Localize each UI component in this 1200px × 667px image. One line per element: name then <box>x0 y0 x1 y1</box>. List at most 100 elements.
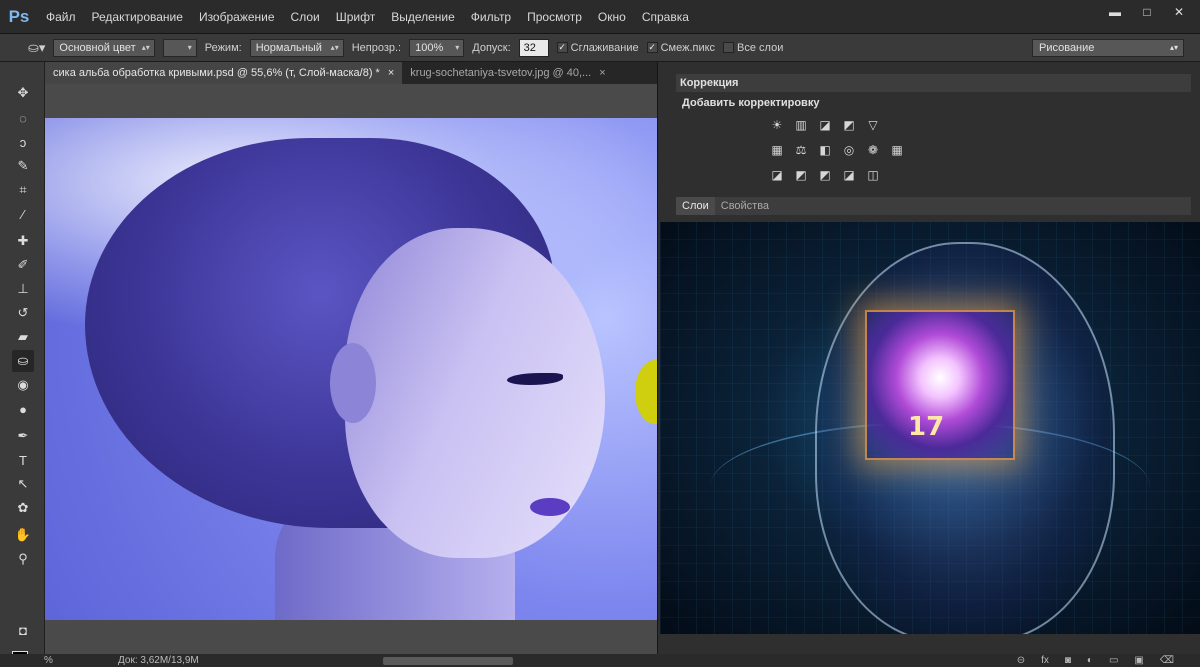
hue-saturation-icon[interactable]: ▦ <box>768 142 786 158</box>
opacity-field[interactable]: 100% ▾ <box>409 38 465 57</box>
paint-bucket-tool-icon[interactable]: ⛀ <box>12 350 34 372</box>
blend-mode-select[interactable]: Нормальный ▴▾ <box>249 38 344 57</box>
close-icon[interactable]: × <box>599 62 605 84</box>
tab-layers[interactable]: Слои <box>676 197 715 215</box>
quick-mask-icon[interactable]: ◘ <box>12 619 34 641</box>
chevron-down-icon: ▴▾ <box>1169 43 1178 52</box>
link-icon[interactable]: ⊝ <box>1017 654 1025 667</box>
history-brush-tool-icon[interactable]: ↺ <box>12 302 34 324</box>
eyedropper-tool-icon[interactable]: ⁄ <box>12 203 34 225</box>
photoshop-logo: Ps <box>8 6 30 26</box>
hand-tool-icon[interactable]: ✋ <box>12 524 34 546</box>
maximize-button[interactable]: □ <box>1134 3 1160 21</box>
new-layer-icon[interactable]: ▣ <box>1134 654 1143 667</box>
menu-view[interactable]: Просмотр <box>519 0 590 34</box>
adjustment-layer-icon[interactable]: ◐ <box>1087 654 1093 667</box>
menu-help[interactable]: Справка <box>634 0 697 34</box>
shape-tool-icon[interactable]: ✿ <box>12 497 34 519</box>
close-button[interactable]: ✕ <box>1166 3 1192 21</box>
fill-source-select[interactable]: Основной цвет ▴▾ <box>53 38 155 57</box>
gradient-map-icon[interactable]: ◪ <box>840 167 858 183</box>
checkbox-box <box>723 42 735 53</box>
yellow-shape <box>635 360 657 424</box>
zoom-tool-icon[interactable]: ⚲ <box>12 548 34 570</box>
channel-mixer-icon[interactable]: ❁ <box>864 142 882 158</box>
selective-color-icon[interactable]: ◫ <box>864 167 882 183</box>
all-layers-checkbox[interactable]: Все слои <box>723 42 783 54</box>
menu-filter[interactable]: Фильтр <box>463 0 519 34</box>
type-tool-icon[interactable]: T <box>12 449 34 471</box>
eraser-tool-icon[interactable]: ▰ <box>12 326 34 348</box>
levels-icon[interactable]: ▥ <box>792 117 810 133</box>
overlay-image-digital-head: 17 <box>660 222 1200 634</box>
chevron-down-icon: ▴▾ <box>141 42 150 52</box>
correction-panel-title: Коррекция <box>680 77 739 89</box>
threshold-icon[interactable]: ◩ <box>816 167 834 183</box>
core-digits: 17 <box>908 412 945 442</box>
ear <box>330 343 376 423</box>
antialias-checkbox[interactable]: ✓ Сглаживание <box>556 42 639 54</box>
brush-tool-icon[interactable]: ✐ <box>12 254 34 276</box>
posterize-icon[interactable]: ◩ <box>792 167 810 183</box>
healing-tool-icon[interactable]: ✚ <box>12 230 34 252</box>
color-lookup-icon[interactable]: ▦ <box>888 142 906 158</box>
path-selection-tool-icon[interactable]: ↖ <box>12 473 34 495</box>
black-white-icon[interactable]: ◧ <box>816 142 834 158</box>
vibrance-icon[interactable]: ▽ <box>864 117 882 133</box>
move-tool-icon[interactable]: ✥ <box>12 82 34 104</box>
tab-document-2[interactable]: krug-sochetaniya-tsvetov.jpg @ 40,... × <box>402 62 613 84</box>
mask-icon[interactable]: ◙ <box>1065 654 1071 667</box>
lasso-tool-icon[interactable]: ↄ <box>12 131 34 153</box>
quick-selection-tool-icon[interactable]: ✎ <box>12 155 34 177</box>
document-size-readout[interactable]: Док: 3,62М/13,9М <box>118 654 199 667</box>
menu-layers[interactable]: Слои <box>283 0 328 34</box>
mode-label: Режим: <box>204 41 242 54</box>
add-adjustment-title: Добавить корректировку <box>682 97 820 109</box>
close-icon[interactable]: × <box>388 62 394 84</box>
menu-bar: Ps Файл Редактирование Изображение Слои … <box>0 0 1200 34</box>
minimize-button[interactable]: ▬ <box>1102 3 1128 21</box>
dodge-tool-icon[interactable]: ● <box>12 398 34 420</box>
tab-document-1-label: сика альба обработка кривыми.psd @ 55,6%… <box>53 67 380 79</box>
menu-image[interactable]: Изображение <box>191 0 283 34</box>
menu-window[interactable]: Окно <box>590 0 634 34</box>
zoom-readout[interactable]: % <box>44 654 53 667</box>
menu-select[interactable]: Выделение <box>383 0 463 34</box>
color-balance-icon[interactable]: ⚖ <box>792 142 810 158</box>
menu-edit[interactable]: Редактирование <box>84 0 191 34</box>
blur-tool-icon[interactable]: ◉ <box>12 374 34 396</box>
layers-bottom-icons: ⊝ fx ◙ ◐ ▭ ▣ ⌫ <box>1017 654 1174 667</box>
menu-file[interactable]: Файл <box>38 0 84 34</box>
tab-document-1[interactable]: сика альба обработка кривыми.psd @ 55,6%… <box>45 62 403 84</box>
invert-icon[interactable]: ◪ <box>768 167 786 183</box>
exposure-icon[interactable]: ◩ <box>840 117 858 133</box>
opacity-label: Непрозр.: <box>351 41 402 54</box>
photo-filter-icon[interactable]: ◎ <box>840 142 858 158</box>
crop-tool-icon[interactable]: ⌗ <box>12 179 34 201</box>
tab-properties[interactable]: Свойства <box>715 197 775 215</box>
paint-bucket-icon[interactable]: ⛀▾ <box>28 40 45 56</box>
pen-tool-icon[interactable]: ✒ <box>12 425 34 447</box>
horizontal-scrollbar[interactable] <box>383 657 513 665</box>
brightness-icon[interactable]: ☀ <box>768 117 786 133</box>
fx-icon[interactable]: fx <box>1041 654 1049 667</box>
folder-icon[interactable]: ▭ <box>1109 654 1118 667</box>
workspace-select[interactable]: Рисование ▴▾ <box>1032 39 1184 57</box>
tolerance-input[interactable]: 32 <box>518 38 549 57</box>
check-icon: ✓ <box>556 42 568 53</box>
stamp-tool-icon[interactable]: ⊥ <box>12 278 34 300</box>
correction-panel-header[interactable]: Коррекция <box>676 74 1191 92</box>
marquee-tool-icon[interactable]: ◌ <box>12 107 34 129</box>
menu-type[interactable]: Шрифт <box>328 0 383 34</box>
pattern-select[interactable]: ▾ <box>162 38 197 57</box>
adjustment-icons-grid: ☀ ▥ ◪ ◩ ▽ ▦ ⚖ ◧ ◎ ❁ ▦ ◪ ◩ ◩ ◪ ◫ <box>768 117 910 183</box>
trash-icon[interactable]: ⌫ <box>1160 654 1174 667</box>
tab-document-2-label: krug-sochetaniya-tsvetov.jpg @ 40,... <box>410 67 592 79</box>
contiguous-checkbox[interactable]: ✓ Смеж.пикс <box>646 41 716 54</box>
curves-icon[interactable]: ◪ <box>816 117 834 133</box>
all-layers-label: Все слои <box>737 41 784 54</box>
canvas-image-woman-portrait[interactable] <box>45 118 657 620</box>
chevron-down-icon: ▴▾ <box>330 42 339 52</box>
contiguous-label: Смеж.пикс <box>660 41 716 54</box>
